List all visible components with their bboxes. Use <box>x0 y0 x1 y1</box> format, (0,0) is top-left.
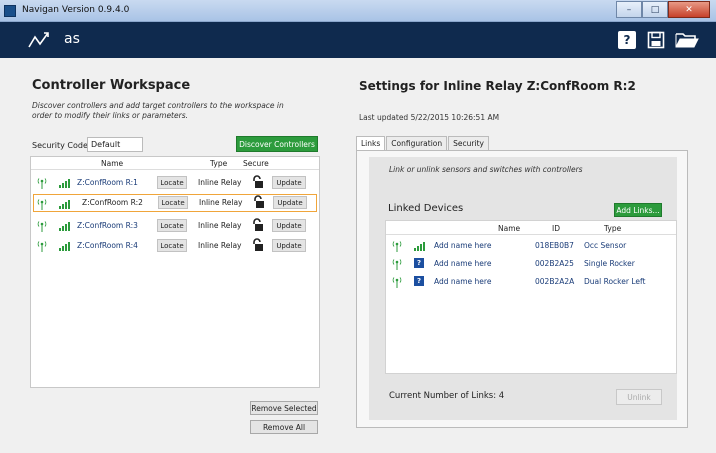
device-name[interactable]: Add name here <box>434 277 491 286</box>
device-id: 018EB0B7 <box>535 241 574 250</box>
column-name: Name <box>101 159 124 168</box>
controller-name: Z:ConfRoom R:4 <box>77 241 138 250</box>
workspace-description: Discover controllers and add target cont… <box>32 101 284 120</box>
add-links-button[interactable]: Add Links... <box>614 203 662 217</box>
device-name[interactable]: Add name here <box>434 241 491 250</box>
linked-devices-list: Name ID Type Add name here 018EB0B7 Occ … <box>385 220 677 374</box>
link-count-text: Current Number of Links: 4 <box>389 391 505 401</box>
app-header: as ? <box>0 22 716 58</box>
controller-type: Inline Relay <box>198 241 242 250</box>
column-type: Type <box>604 224 622 233</box>
links-description: Link or unlink sensors and switches with… <box>389 165 583 174</box>
controller-list-header: Name Type Secure <box>31 157 319 170</box>
linked-devices-title: Linked Devices <box>388 203 464 214</box>
controller-type: Inline Relay <box>198 221 242 230</box>
security-code-input[interactable]: Default <box>87 137 143 152</box>
remove-selected-button[interactable]: Remove Selected <box>250 401 318 415</box>
column-type: Type <box>210 159 228 168</box>
tab-configuration[interactable]: Configuration <box>386 136 448 150</box>
update-button[interactable]: Update <box>273 196 307 209</box>
unlocked-padlock-icon <box>254 195 264 208</box>
device-id: 002B2A2A <box>535 277 575 286</box>
locate-button[interactable]: Locate <box>157 239 187 252</box>
wireless-signal-icon <box>37 178 47 189</box>
unlocked-padlock-icon <box>253 238 263 251</box>
workspace-title: Controller Workspace <box>32 78 191 93</box>
tab-links[interactable]: Links <box>356 136 386 150</box>
signal-strength-icon <box>59 179 70 188</box>
device-type: Occ Sensor <box>584 241 627 250</box>
update-button[interactable]: Update <box>272 239 306 252</box>
settings-title: Settings for Inline Relay Z:ConfRoom R:2 <box>359 79 636 93</box>
signal-strength-icon <box>59 242 70 251</box>
column-name: Name <box>498 224 521 233</box>
window-titlebar: Navigan Version 0.9.4.0 – □ ✕ <box>0 0 716 22</box>
wave-logo-icon <box>28 32 49 48</box>
unlocked-padlock-icon <box>253 218 263 231</box>
controller-row-selected[interactable]: Z:ConfRoom R:2 Locate Inline Relay Updat… <box>33 194 317 212</box>
close-button[interactable]: ✕ <box>668 1 710 18</box>
discover-controllers-button[interactable]: Discover Controllers <box>236 136 318 152</box>
unlink-button[interactable]: Unlink <box>616 389 662 405</box>
column-secure: Secure <box>243 159 269 168</box>
window-controls: – □ ✕ <box>616 1 710 18</box>
help-icon[interactable]: ? <box>618 31 636 49</box>
update-button[interactable]: Update <box>272 219 306 232</box>
settings-tabs: Links Configuration Security <box>356 136 490 150</box>
window-title: Navigan Version 0.9.4.0 <box>22 5 130 15</box>
unknown-signal-icon: ? <box>414 276 424 286</box>
wireless-signal-icon <box>392 277 402 288</box>
folder-open-icon[interactable] <box>675 31 699 49</box>
device-row[interactable]: ? Add name here 002B2A2A Dual Rocker Lef… <box>386 273 676 290</box>
signal-strength-icon <box>414 242 425 251</box>
controller-type: Inline Relay <box>198 178 242 187</box>
controller-row[interactable]: Z:ConfRoom R:3 Locate Inline Relay Updat… <box>33 217 317 235</box>
remove-all-button[interactable]: Remove All <box>250 420 318 434</box>
security-code-label: Security Code <box>32 141 88 150</box>
last-updated-text: Last updated 5/22/2015 10:26:51 AM <box>359 113 500 122</box>
wireless-signal-icon <box>37 199 47 210</box>
signal-strength-icon <box>59 222 70 231</box>
controller-row[interactable]: Z:ConfRoom R:1 Locate Inline Relay Updat… <box>33 174 317 192</box>
controller-list: Name Type Secure Z:ConfRoom R:1 Locate I… <box>30 156 320 388</box>
device-row[interactable]: Add name here 018EB0B7 Occ Sensor <box>386 237 676 254</box>
controller-row[interactable]: Z:ConfRoom R:4 Locate Inline Relay Updat… <box>33 237 317 255</box>
project-name: as <box>64 31 80 47</box>
update-button[interactable]: Update <box>272 176 306 189</box>
unknown-signal-icon: ? <box>414 258 424 268</box>
controller-name: Z:ConfRoom R:2 <box>82 198 143 207</box>
save-icon[interactable] <box>647 31 665 49</box>
wireless-signal-icon <box>37 221 47 232</box>
device-type: Single Rocker <box>584 259 635 268</box>
locate-button[interactable]: Locate <box>157 176 187 189</box>
signal-strength-icon <box>59 200 70 209</box>
device-type: Dual Rocker Left <box>584 277 646 286</box>
controller-name: Z:ConfRoom R:3 <box>77 221 138 230</box>
wireless-signal-icon <box>392 241 402 252</box>
devices-list-header: Name ID Type <box>386 221 676 235</box>
locate-button[interactable]: Locate <box>157 219 187 232</box>
wireless-signal-icon <box>37 241 47 252</box>
maximize-button[interactable]: □ <box>642 1 668 18</box>
tab-security[interactable]: Security <box>448 136 489 150</box>
unlocked-padlock-icon <box>253 175 263 188</box>
minimize-button[interactable]: – <box>616 1 642 18</box>
device-name[interactable]: Add name here <box>434 259 491 268</box>
locate-button[interactable]: Locate <box>158 196 188 209</box>
wireless-signal-icon <box>392 259 402 270</box>
controller-name: Z:ConfRoom R:1 <box>77 178 138 187</box>
controller-type: Inline Relay <box>199 198 243 207</box>
device-id: 002B2A25 <box>535 259 574 268</box>
app-icon <box>4 5 16 17</box>
column-id: ID <box>552 224 560 233</box>
device-row[interactable]: ? Add name here 002B2A25 Single Rocker <box>386 255 676 272</box>
